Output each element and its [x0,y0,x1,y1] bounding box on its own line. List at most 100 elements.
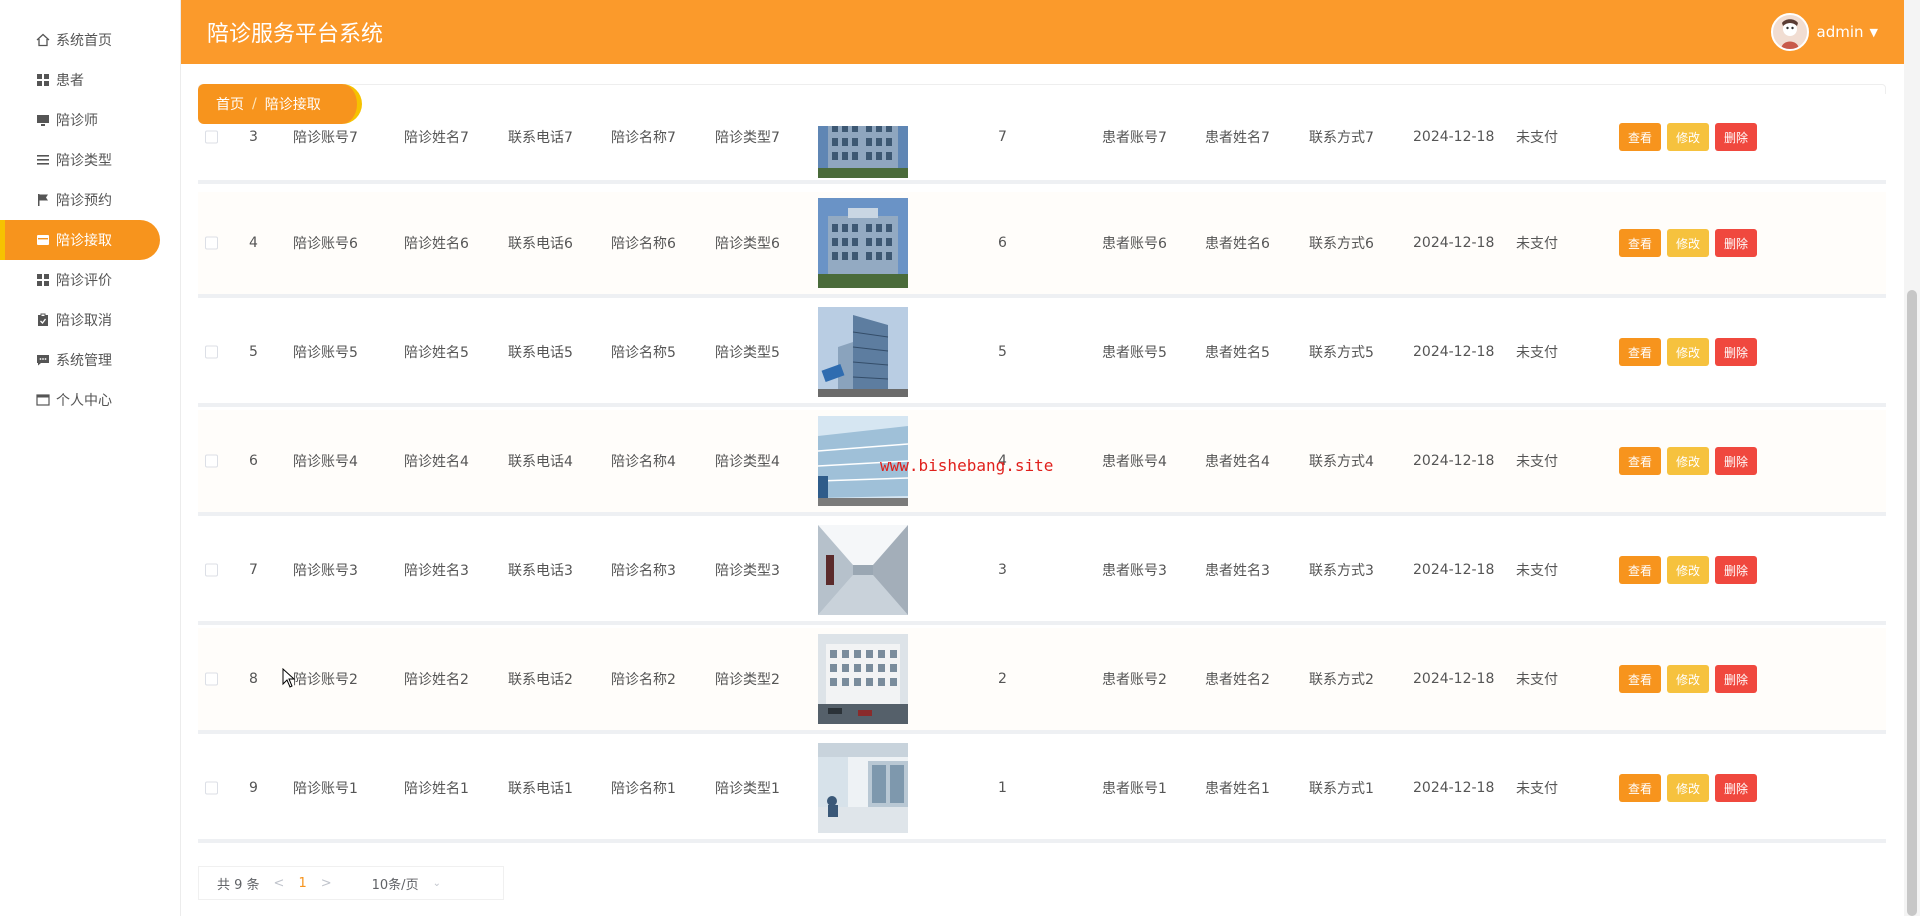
escort-phone: 联系电话5 [508,345,573,361]
contact: 联系方式1 [1309,781,1374,797]
hospital-photo [818,198,908,288]
edit-button[interactable]: 修改 [1667,229,1710,257]
escort-phone: 联系电话4 [508,454,573,470]
sidebar-item-label: 系统首页 [56,33,112,49]
date: 2024-12-18 [1413,780,1495,796]
view-button[interactable]: 查看 [1619,338,1662,366]
count: 7 [998,129,1007,145]
view-button[interactable]: 查看 [1619,447,1662,475]
user-menu[interactable]: admin ▼ [1770,13,1878,51]
window-icon [36,393,50,407]
grid-icon [36,73,50,87]
escort-phone: 联系电话2 [508,672,573,688]
patient-account: 患者账号4 [1102,454,1167,470]
breadcrumb-current: 陪诊接取 [264,97,321,113]
delete-button[interactable]: 删除 [1715,665,1758,693]
avatar[interactable] [1770,13,1809,51]
sidebar-item-review[interactable]: 陪诊评价 [0,260,160,300]
escort-name: 陪诊姓名2 [404,672,469,688]
delete-button[interactable]: 删除 [1715,123,1758,151]
escort-account: 陪诊账号1 [293,781,358,797]
row-checkbox[interactable] [205,672,218,686]
page-scrollbar[interactable] [1904,0,1920,916]
row-checkbox[interactable] [205,563,218,577]
edit-button[interactable]: 修改 [1667,123,1710,151]
escort-name: 陪诊姓名5 [404,345,469,361]
view-button[interactable]: 查看 [1619,229,1662,257]
patient-name: 患者姓名4 [1205,454,1270,470]
next-page-button[interactable]: > [321,876,332,891]
sidebar-item-system[interactable]: 系统管理 [0,340,160,380]
row-checkbox[interactable] [205,781,218,795]
service-type: 陪诊类型1 [715,781,780,797]
sidebar-item-escort[interactable]: 陪诊师 [0,100,160,140]
row-checkbox[interactable] [205,130,218,144]
sidebar-item-label: 陪诊类型 [56,153,112,169]
delete-button[interactable]: 删除 [1715,447,1758,475]
breadcrumb-home[interactable]: 首页 [216,94,244,114]
view-button[interactable]: 查看 [1619,665,1662,693]
service-name: 陪诊名称1 [611,781,676,797]
escort-account: 陪诊账号7 [293,130,358,146]
sidebar-item-label: 个人中心 [56,393,112,409]
chat-icon [36,353,50,367]
delete-button[interactable]: 删除 [1715,338,1758,366]
sidebar-item-label: 陪诊取消 [56,313,112,329]
payment-status: 未支付 [1516,345,1558,361]
view-button[interactable]: 查看 [1619,774,1662,802]
patient-name: 患者姓名3 [1205,563,1270,579]
escort-name: 陪诊姓名4 [404,454,469,470]
hospital-photo [818,126,908,178]
table-row: 7 陪诊账号3 陪诊姓名3 联系电话3 陪诊名称3 陪诊类型3 3 患者账号3 … [198,519,1886,625]
sidebar-item-patient[interactable]: 患者 [0,60,160,100]
escort-account: 陪诊账号2 [293,672,358,688]
escort-account: 陪诊账号5 [293,345,358,361]
delete-button[interactable]: 删除 [1715,774,1758,802]
sidebar-item-cancel[interactable]: 陪诊取消 [0,300,160,340]
delete-button[interactable]: 删除 [1715,229,1758,257]
hospital-photo [818,743,908,833]
row-checkbox[interactable] [205,236,218,250]
edit-button[interactable]: 修改 [1667,774,1710,802]
sidebar-item-label: 陪诊评价 [56,273,112,289]
payment-status: 未支付 [1516,130,1558,146]
current-page[interactable]: 1 [298,876,306,891]
escort-account: 陪诊账号6 [293,236,358,252]
row-index: 3 [249,129,258,145]
patient-account: 患者账号2 [1102,672,1167,688]
escort-phone: 联系电话7 [508,130,573,146]
sidebar-item-home[interactable]: 系统首页 [0,20,160,60]
hospital-photo [818,525,908,615]
edit-button[interactable]: 修改 [1667,447,1710,475]
count: 2 [998,671,1007,687]
edit-button[interactable]: 修改 [1667,556,1710,584]
delete-button[interactable]: 删除 [1715,556,1758,584]
sidebar: 系统首页 患者 陪诊师 陪诊类型 陪诊预约 陪诊接取 陪诊评价 陪诊取消 系统管… [0,0,181,916]
sidebar-item-booking[interactable]: 陪诊预约 [0,180,160,220]
caret-down-icon: ▼ [1869,25,1878,39]
breadcrumb: 首页 / 陪诊接取 [198,84,362,124]
service-name: 陪诊名称3 [611,563,676,579]
sidebar-item-escort-type[interactable]: 陪诊类型 [0,140,160,180]
escort-name: 陪诊姓名6 [404,236,469,252]
row-checkbox[interactable] [205,345,218,359]
view-button[interactable]: 查看 [1619,556,1662,584]
prev-page-button[interactable]: < [274,876,285,891]
edit-button[interactable]: 修改 [1667,338,1710,366]
page-size-select[interactable]: 10条/页 ⌄ [372,874,441,893]
table-row: 4 陪诊账号6 陪诊姓名6 联系电话6 陪诊名称6 陪诊类型6 6 患者账号6 … [198,192,1886,298]
view-button[interactable]: 查看 [1619,123,1662,151]
service-name: 陪诊名称2 [611,672,676,688]
sidebar-item-profile[interactable]: 个人中心 [0,380,160,420]
app-title: 陪诊服务平台系统 [207,22,384,47]
page-size-value: 10条/页 [371,877,419,893]
count: 5 [998,344,1007,360]
edit-button[interactable]: 修改 [1667,665,1710,693]
sidebar-item-pickup[interactable]: 陪诊接取 [0,220,160,260]
row-checkbox[interactable] [205,454,218,468]
contact: 联系方式6 [1309,236,1374,252]
patient-account: 患者账号6 [1102,236,1167,252]
scrollbar-thumb[interactable] [1907,290,1917,916]
sidebar-item-label: 陪诊接取 [56,233,112,249]
date: 2024-12-18 [1413,671,1495,687]
